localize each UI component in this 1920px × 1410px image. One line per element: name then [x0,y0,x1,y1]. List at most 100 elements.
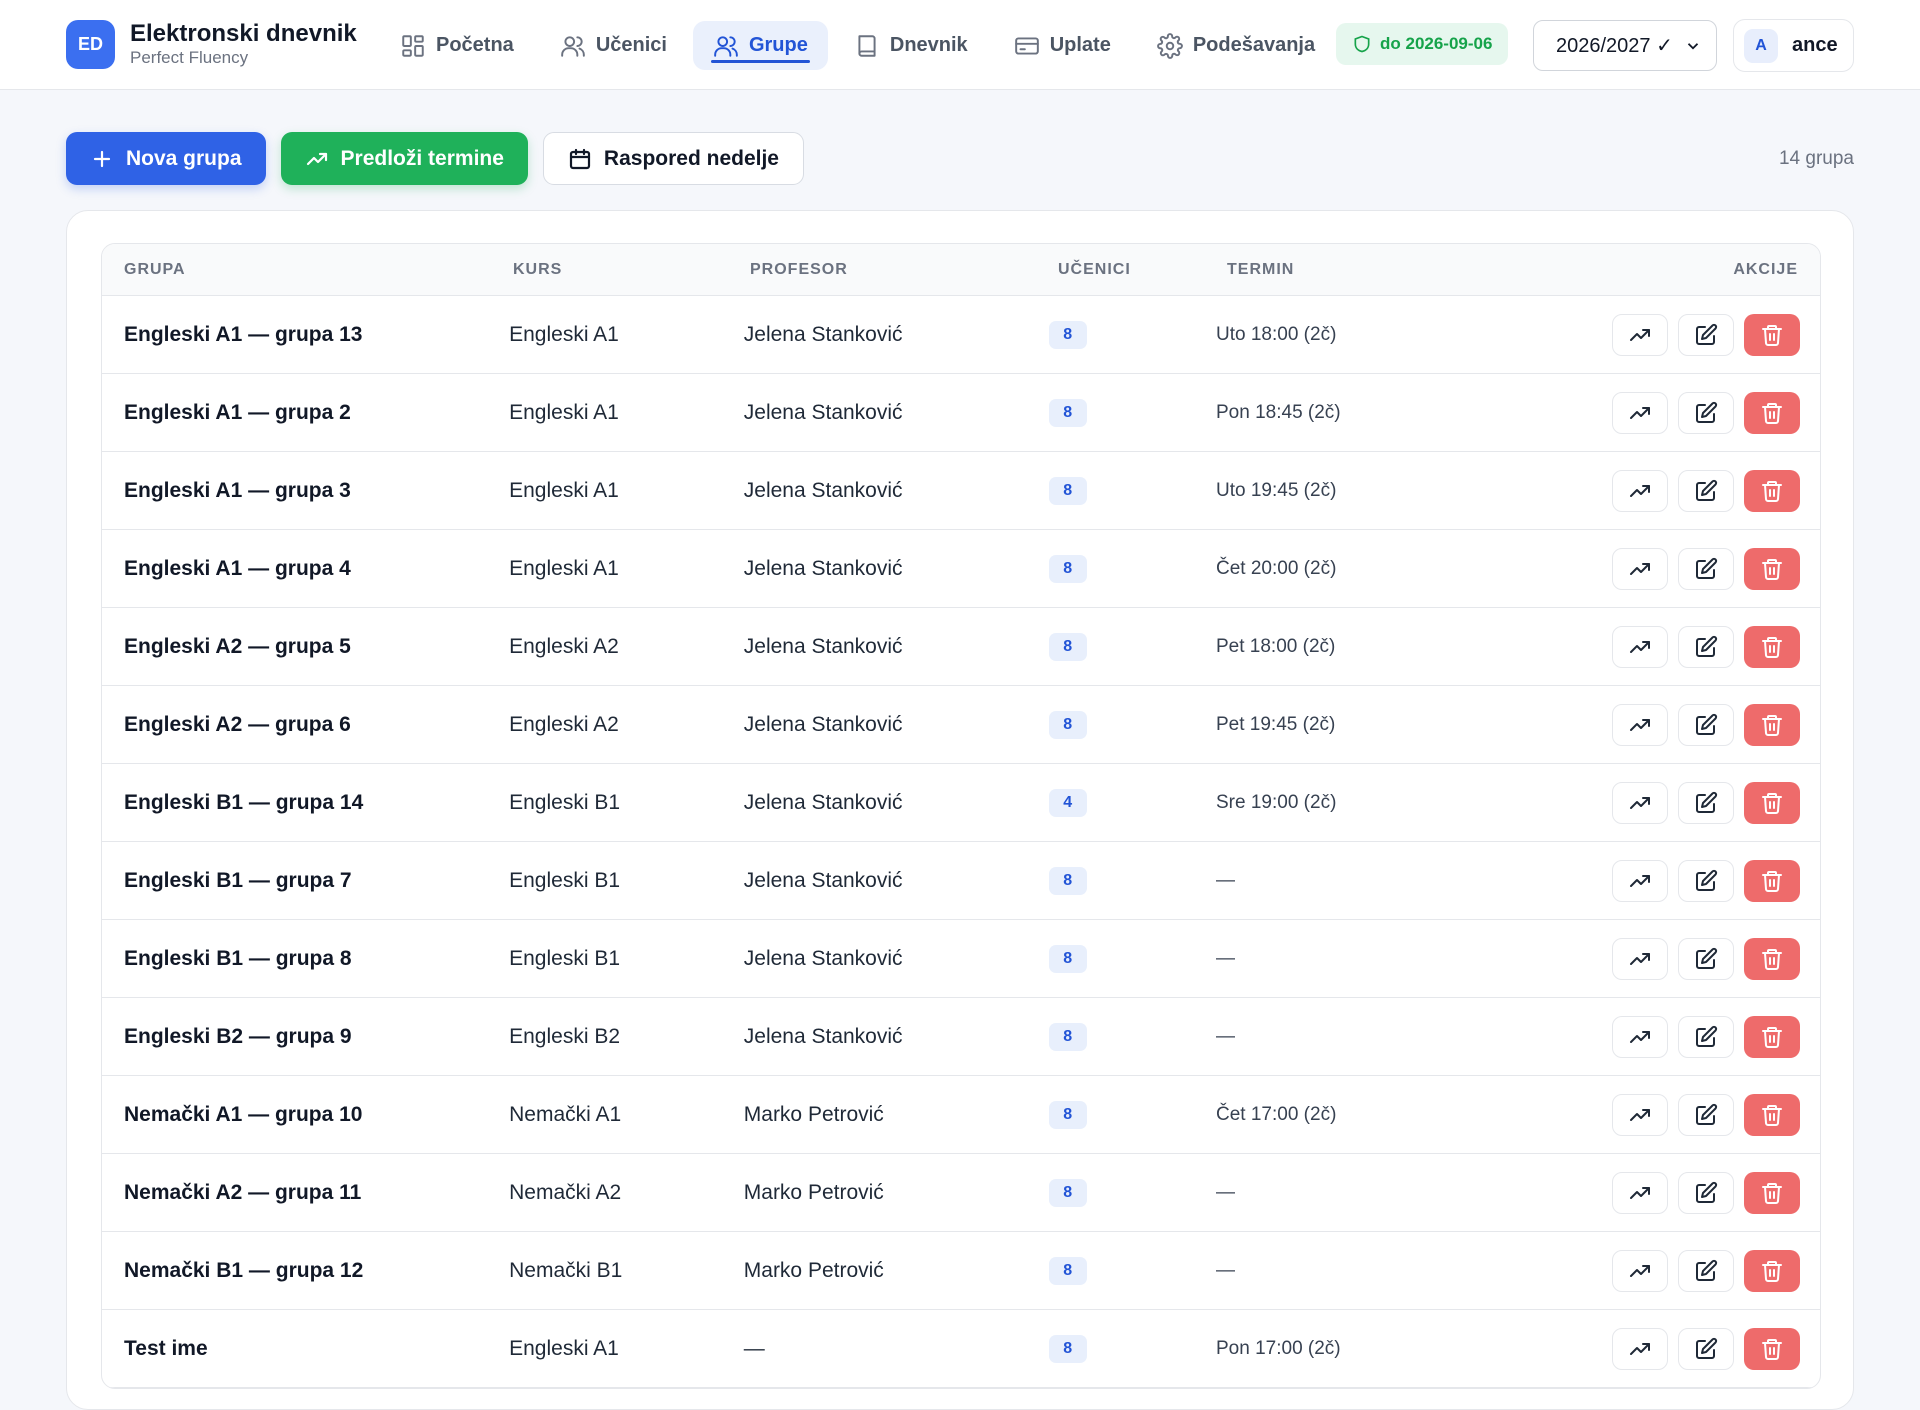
nav-item-dnevnik[interactable]: Dnevnik [834,21,988,70]
group-name: Engleski A1 — grupa 3 [124,478,351,502]
table-row[interactable]: Test ime Engleski A1 — 8 Pon 17:00 (2č) [102,1310,1820,1388]
column-header-course[interactable]: KURS [513,261,750,279]
table-row[interactable]: Engleski B2 — grupa 9 Engleski B2 Jelena S… [102,998,1820,1076]
professor-name: Jelena Stanković [743,868,903,892]
table-row[interactable]: Engleski B1 — grupa 7 Engleski B1 Jelena S… [102,842,1820,920]
trash-icon [1760,1337,1784,1361]
edit-button[interactable] [1678,1327,1735,1370]
table-row[interactable]: Nemački B1 — grupa 12 Nemački B1 Marko Pet… [102,1232,1820,1310]
edit-button[interactable] [1678,547,1735,590]
row-actions [1612,1015,1820,1058]
suggest-term-button[interactable] [1612,625,1669,668]
row-actions [1612,391,1820,434]
term-cell: — [1216,869,1235,891]
edit-button[interactable] [1678,1171,1735,1214]
suggest-term-button[interactable] [1612,1093,1669,1136]
students-count-badge: 8 [1048,710,1087,739]
table-row[interactable]: Engleski A2 — grupa 6 Engleski A2 Jelena S… [102,686,1820,764]
table-row[interactable]: Engleski A2 — grupa 5 Engleski A2 Jelena S… [102,608,1820,686]
course-name: Nemački A2 [509,1180,622,1204]
nav-label: Podešavanja [1192,34,1316,56]
students-count-badge: 8 [1048,1256,1087,1285]
table-row[interactable]: Engleski A1 — grupa 13 Engleski A1 Jelena … [102,296,1820,374]
column-header-term[interactable]: TERMIN [1227,261,1627,279]
weekly-schedule-button[interactable]: Raspored nedelje [542,132,804,185]
row-actions [1612,1327,1820,1370]
user-menu[interactable]: A ance [1733,19,1854,72]
suggest-term-button[interactable] [1612,1171,1669,1214]
suggest-term-button[interactable] [1612,1327,1669,1370]
suggest-term-button[interactable] [1612,859,1669,902]
edit-button[interactable] [1678,313,1735,356]
nav-item-grupe[interactable]: Grupe [692,21,828,70]
edit-button[interactable] [1678,1015,1735,1058]
table-row[interactable]: Engleski A1 — grupa 2 Engleski A1 Jelena S… [102,374,1820,452]
trending-up-icon [1628,557,1652,581]
suggest-term-button[interactable] [1612,703,1669,746]
nav-item-pocetna[interactable]: Početna [380,21,534,70]
suggest-term-button[interactable] [1612,1249,1669,1292]
delete-button[interactable] [1744,859,1801,902]
delete-button[interactable] [1744,937,1801,980]
delete-button[interactable] [1744,1093,1801,1136]
group-count: 14 grupa [1778,148,1854,169]
table-row[interactable]: Engleski A1 — grupa 3 Engleski A1 Jelena S… [102,452,1820,530]
students-cell: 8 [1048,632,1216,661]
edit-button[interactable] [1678,703,1735,746]
nav-item-ucenici[interactable]: Učenici [540,21,687,70]
delete-button[interactable] [1744,469,1801,512]
edit-button[interactable] [1678,625,1735,668]
trending-up-icon [1628,1337,1652,1361]
suggest-term-button[interactable] [1612,469,1669,512]
edit-button[interactable] [1678,1249,1735,1292]
column-header-professor[interactable]: PROFESOR [750,261,1058,279]
suggest-terms-label: Predloži termine [340,146,504,170]
delete-button[interactable] [1744,703,1801,746]
delete-button[interactable] [1744,1249,1801,1292]
delete-button[interactable] [1744,625,1801,668]
edit-button[interactable] [1678,859,1735,902]
new-group-button[interactable]: Nova grupa [66,132,266,185]
students-count-badge: 8 [1048,944,1087,973]
table-row[interactable]: Engleski A1 — grupa 4 Engleski A1 Jelena S… [102,530,1820,608]
column-header-group[interactable]: GRUPA [102,261,513,279]
suggest-term-button[interactable] [1612,547,1669,590]
row-actions [1612,781,1820,824]
suggest-term-button[interactable] [1612,781,1669,824]
delete-button[interactable] [1744,313,1801,356]
brand[interactable]: ED Elektronski dnevnik Perfect Fluency [66,20,357,69]
edit-button[interactable] [1678,1093,1735,1136]
delete-button[interactable] [1744,1327,1801,1370]
delete-button[interactable] [1744,1171,1801,1214]
nav-item-podesavanja[interactable]: Podešavanja [1137,21,1335,70]
term-cell: Čet 20:00 (2č) [1216,557,1337,579]
table-row[interactable]: Nemački A1 — grupa 10 Nemački A1 Marko Pet… [102,1076,1820,1154]
delete-button[interactable] [1744,781,1801,824]
table-row[interactable]: Engleski B1 — grupa 8 Engleski B1 Jelena S… [102,920,1820,998]
professor-name: Jelena Stanković [743,790,903,814]
delete-button[interactable] [1744,1015,1801,1058]
suggest-term-button[interactable] [1612,313,1669,356]
delete-button[interactable] [1744,391,1801,434]
app-subtitle: Perfect Fluency [130,47,249,67]
edit-button[interactable] [1678,937,1735,980]
column-header-students[interactable]: UČENICI [1058,261,1227,279]
nav-label: Uplate [1049,34,1111,56]
suggest-term-button[interactable] [1612,937,1669,980]
suggest-term-button[interactable] [1612,1015,1669,1058]
suggest-term-button[interactable] [1612,391,1669,434]
group-name: Engleski B1 — grupa 7 [124,868,352,892]
nav-label: Učenici [595,34,667,56]
suggest-terms-button[interactable]: Predloži termine [280,132,528,185]
students-count-badge: 4 [1048,788,1087,817]
delete-button[interactable] [1744,547,1801,590]
table-row[interactable]: Nemački A2 — grupa 11 Nemački A2 Marko Pet… [102,1154,1820,1232]
table-row[interactable]: Engleski B1 — grupa 14 Engleski B1 Jelena … [102,764,1820,842]
group-name: Test ime [124,1336,208,1360]
edit-button[interactable] [1678,469,1735,512]
school-year-select[interactable]: 2026/2027 ✓ [1533,20,1717,71]
nav-item-uplate[interactable]: Uplate [994,21,1131,70]
top-navbar: ED Elektronski dnevnik Perfect Fluency P… [0,0,1920,90]
edit-button[interactable] [1678,781,1735,824]
edit-button[interactable] [1678,391,1735,434]
